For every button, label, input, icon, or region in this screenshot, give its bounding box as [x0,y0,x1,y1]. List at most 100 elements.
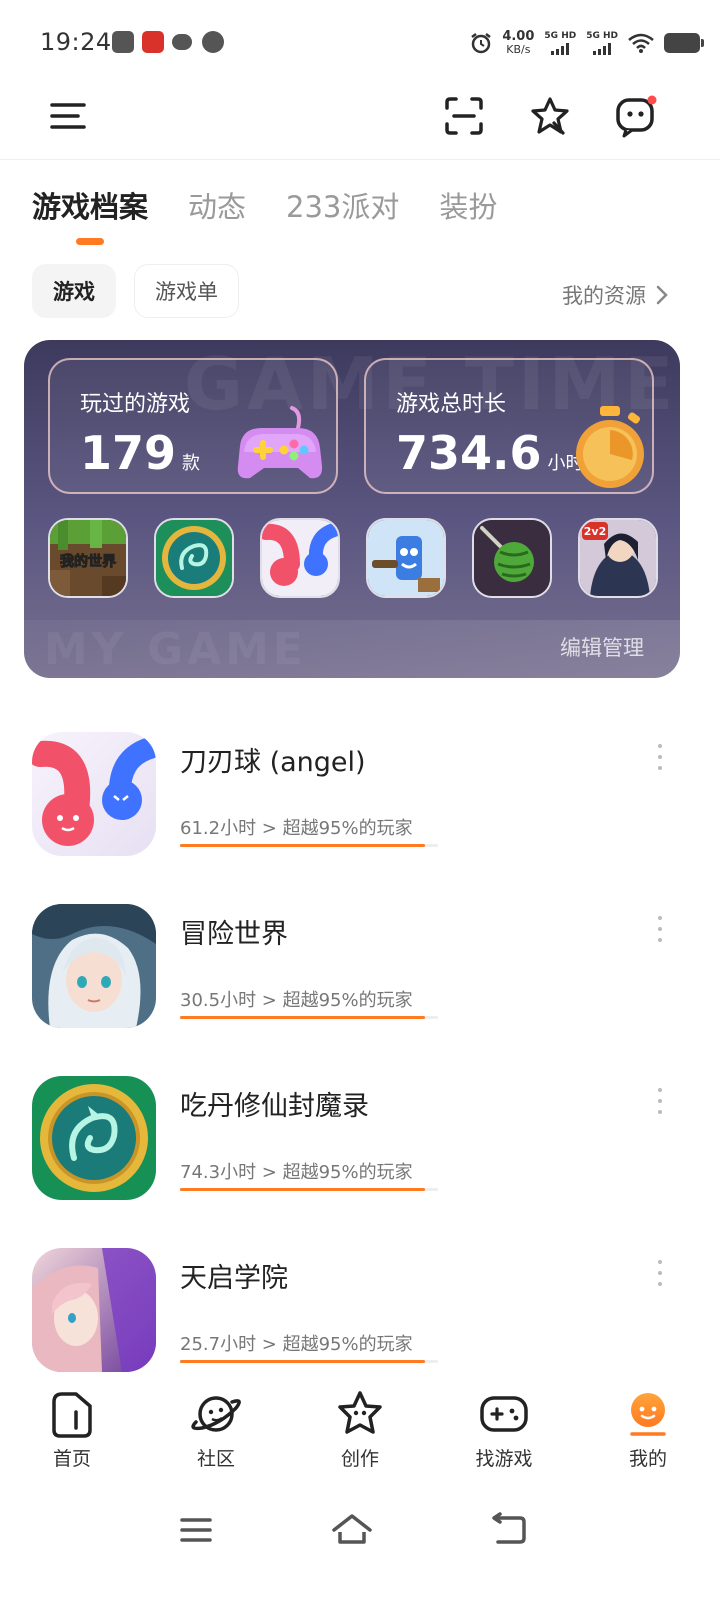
alarm-icon [471,33,492,54]
game-icon-2v2[interactable]: 2v2 [578,518,658,598]
my-resources-link[interactable]: 我的资源 [562,280,668,310]
favorites-button[interactable] [528,94,572,138]
app-notification-icon [202,31,224,53]
game-name: 冒险世界 [180,919,288,950]
game-icon-minecraft[interactable]: 我的世界 [48,518,128,598]
game-icon-adventure-world [32,904,156,1028]
my-resources-label: 我的资源 [562,284,646,308]
nav-community-label: 社区 [196,1448,235,1470]
back-icon [492,1512,526,1544]
chip-game-lists[interactable]: 游戏单 [134,264,239,318]
menu-lines-icon [180,1518,212,1542]
game-icon-apocalypse-academy [32,1248,156,1372]
menu-button[interactable] [46,94,90,138]
more-options-button[interactable] [654,1088,666,1114]
nav-create[interactable]: 创作 [288,1376,432,1486]
total-playtime-box[interactable]: 游戏总时长 734.6 小时 [364,358,654,494]
message-icon [616,95,657,138]
game-playtime: 25.7小时 > 超越95%的玩家 [180,1334,413,1355]
played-games-label: 玩过的游戏 [80,392,191,417]
battery-icon [664,33,704,53]
game-icon-dragon [32,1076,156,1200]
chip-games[interactable]: 游戏 [32,264,116,318]
status-right: 4.00 KB/s 5G HD 5G HD [470,26,704,60]
game-rank-bar [180,1016,438,1019]
game-rank-bar-fill [180,1016,426,1019]
total-playtime-label: 游戏总时长 [396,392,507,417]
star-face-icon [338,1391,382,1434]
sub-tabs: 游戏 游戏单 [32,264,239,318]
game-stats-card: GAME TIME 玩过的游戏 179 款 游戏总时长 734.6 小时 我的世… [24,340,680,678]
more-options-button[interactable] [654,916,666,942]
tab-activity[interactable]: 动态 [188,184,246,226]
recent-apps-button[interactable] [174,1508,218,1552]
scan-button[interactable] [442,94,486,138]
game-icon-angel-ball [32,732,156,856]
system-home-button[interactable] [330,1508,374,1552]
wifi-icon [628,33,654,53]
app-notification-icon [112,31,134,53]
edit-manage-button[interactable]: 编辑管理 [560,632,644,662]
game-rank-bar-fill [180,844,426,847]
chevron-right-icon [656,285,668,305]
list-item[interactable]: 刀刃球 (angel) 61.2小时 > 超越95%的玩家 [0,716,720,888]
nav-community[interactable]: 社区 [144,1376,288,1486]
back-button[interactable] [486,1508,530,1552]
game-rank-bar-fill [180,1188,426,1191]
signal-sim1: 5G HD [544,31,576,55]
gamepad-icon [480,1396,528,1432]
nav-home-label: 首页 [52,1448,91,1470]
game-icon-angel-ball[interactable] [260,518,340,598]
game-rank-bar [180,1188,438,1191]
card-bg-text-bottom: MY GAME [44,624,307,675]
nav-home[interactable]: 首页 [0,1376,144,1486]
game-rank-bar [180,1360,438,1363]
tab-dress-up[interactable]: 装扮 [439,184,497,226]
list-item[interactable]: 冒险世界 30.5小时 > 超越95%的玩家 [0,888,720,1060]
game-playtime: 74.3小时 > 超越95%的玩家 [180,1162,413,1183]
system-nav-bar [0,1486,720,1608]
game-name: 天启学院 [180,1263,288,1294]
more-options-button[interactable] [654,744,666,770]
game-rank-bar-fill [180,1360,426,1363]
game-icon-cartoon[interactable] [366,518,446,598]
nav-find-games-label: 找游戏 [475,1448,533,1470]
game-rank-bar [180,844,438,847]
game-playtime: 61.2小时 > 超越95%的玩家 [180,818,413,839]
recent-games-row: 我的世界 2v2 [48,518,658,598]
scan-icon [445,97,483,135]
game-name: 吃丹修仙封魔录 [180,1091,369,1122]
nav-profile-label: 我的 [628,1448,667,1470]
planet-icon [191,1396,241,1432]
game-name: 刀刃球 (angel) [180,747,366,778]
nav-find-games[interactable]: 找游戏 [432,1376,576,1486]
wechat-notification-icon [172,34,192,50]
nav-profile[interactable]: 我的 [576,1376,720,1486]
played-games-value: 179 款 [80,426,201,480]
game-icon-dragon[interactable] [154,518,234,598]
star-icon [531,97,569,135]
tab-game-archive[interactable]: 游戏档案 [32,184,148,226]
svg-text:2v2: 2v2 [584,525,606,538]
nav-create-label: 创作 [340,1448,379,1470]
status-time: 19:24 [40,28,112,56]
list-item[interactable]: 吃丹修仙封魔录 74.3小时 > 超越95%的玩家 [0,1060,720,1232]
tab-233-party[interactable]: 233派对 [286,184,399,226]
gamepad-illustration-icon [237,406,323,479]
svg-text:我的世界: 我的世界 [60,553,117,570]
game-icon-watermelon[interactable] [472,518,552,598]
profile-icon [630,1393,666,1436]
game-playtime: 30.5小时 > 超越95%的玩家 [180,990,413,1011]
more-options-button[interactable] [654,1260,666,1286]
home-outline-icon [332,1514,372,1544]
hamburger-icon [50,103,86,129]
messages-button[interactable] [614,94,658,138]
played-games-box[interactable]: 玩过的游戏 179 款 [48,358,338,494]
app-notification-icon [142,31,164,53]
top-toolbar [0,88,720,160]
bottom-nav: 首页 社区 创作 找游戏 我的 [0,1376,720,1486]
signal-sim2: 5G HD [586,31,618,55]
active-tab-indicator [76,238,104,245]
profile-tabs: 游戏档案 动态 233派对 装扮 [32,184,497,226]
stopwatch-illustration-icon [576,406,644,488]
